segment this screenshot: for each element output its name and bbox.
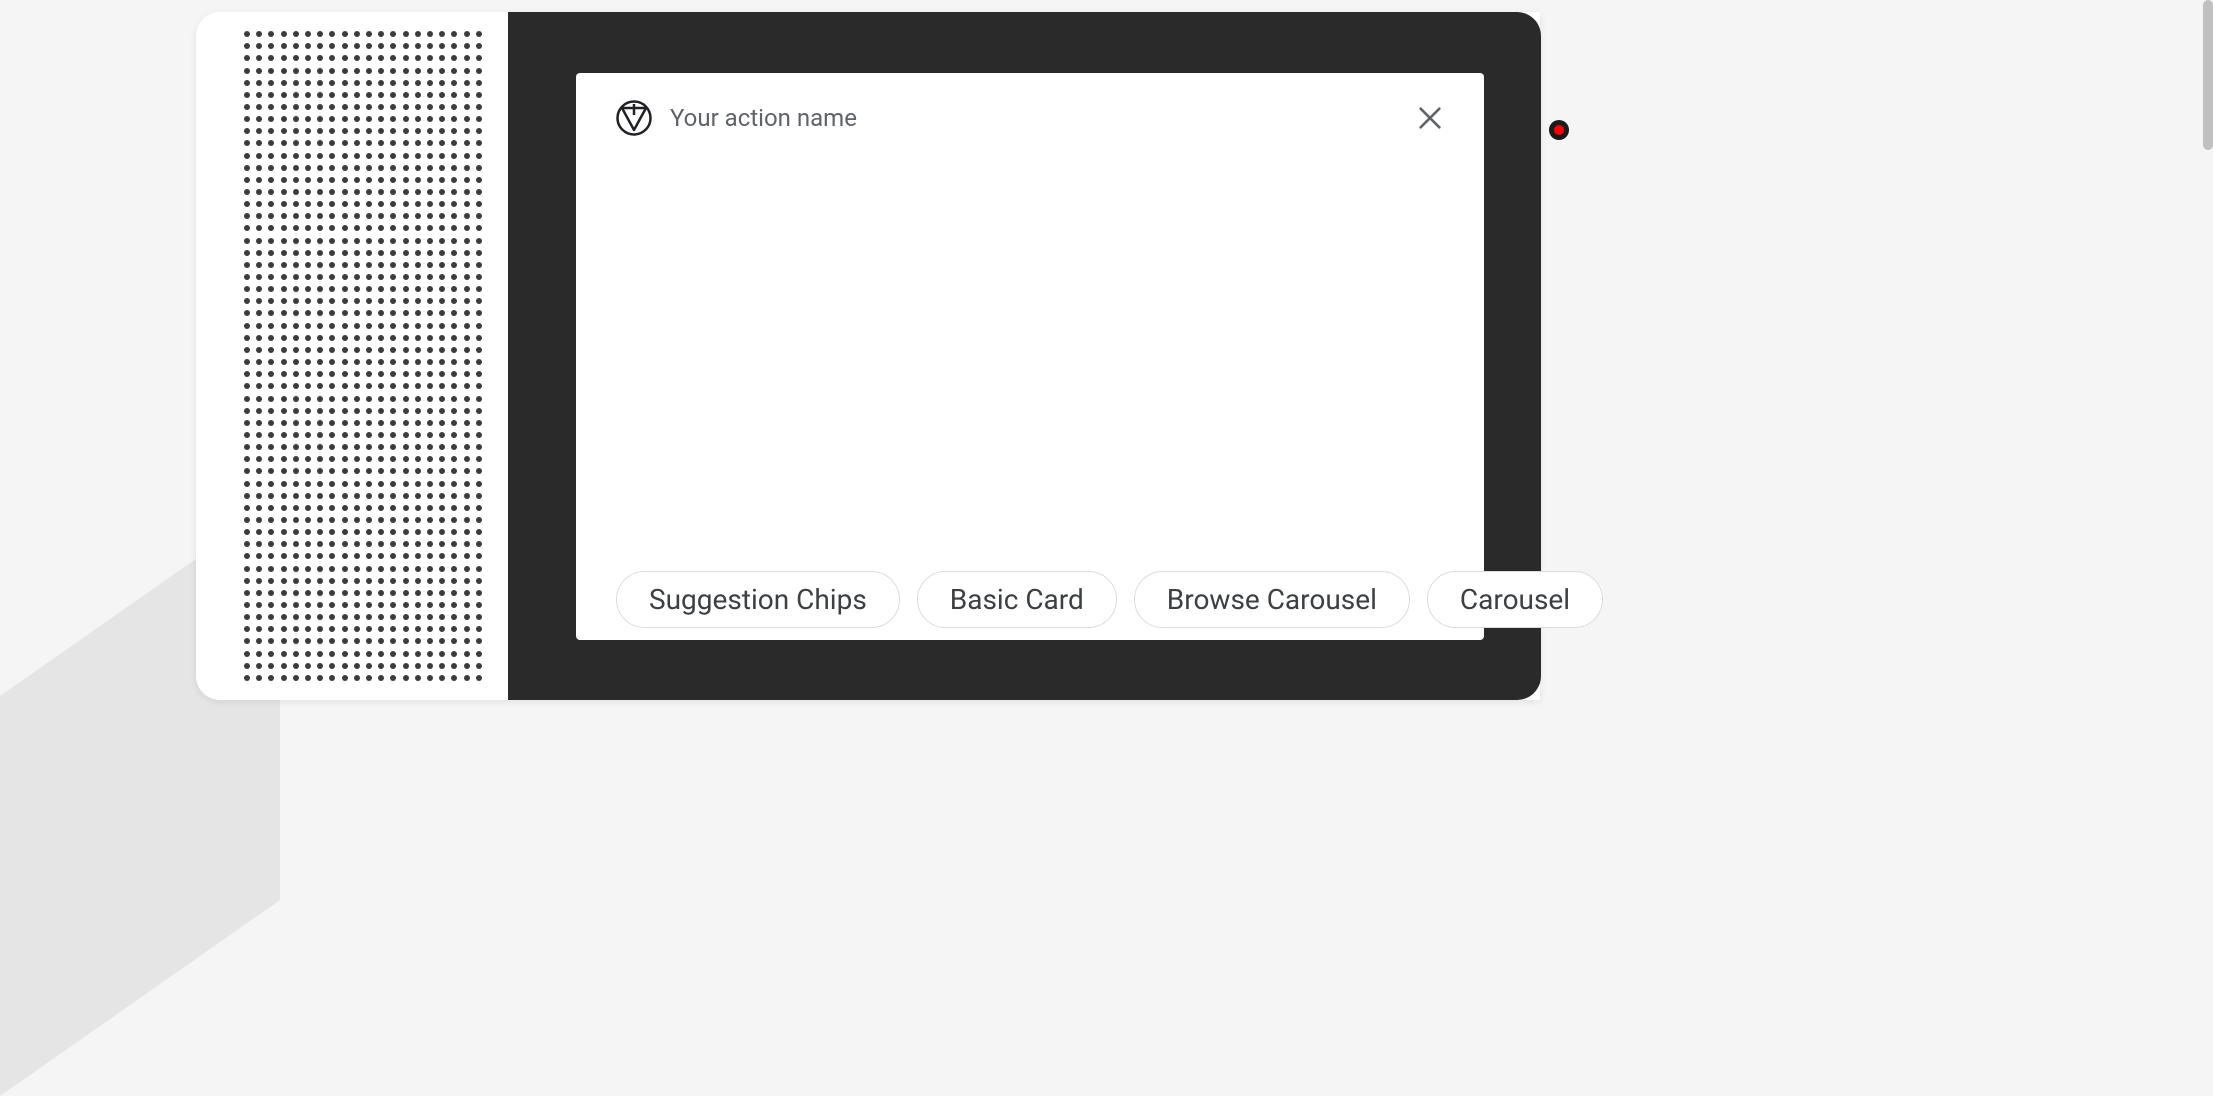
chip-browse-carousel[interactable]: Browse Carousel bbox=[1134, 571, 1410, 628]
app-title: Your action name bbox=[670, 104, 1412, 132]
camera-indicator bbox=[1549, 120, 1569, 140]
close-button[interactable] bbox=[1412, 100, 1448, 136]
close-icon bbox=[1416, 104, 1444, 132]
screen-content: Your action name Suggestion Chips Basic … bbox=[576, 73, 1484, 640]
chip-basic-card[interactable]: Basic Card bbox=[917, 571, 1117, 628]
chip-suggestion-chips[interactable]: Suggestion Chips bbox=[616, 571, 900, 628]
speaker-grille bbox=[241, 28, 485, 684]
scrollbar-thumb[interactable] bbox=[2203, 0, 2213, 150]
header-bar: Your action name bbox=[576, 73, 1484, 141]
app-icon bbox=[616, 100, 652, 136]
camera-led-icon bbox=[1554, 125, 1564, 135]
screen-bezel: Your action name Suggestion Chips Basic … bbox=[508, 12, 1541, 700]
body-area bbox=[576, 141, 1484, 571]
chip-carousel[interactable]: Carousel bbox=[1427, 571, 1603, 628]
suggestion-chips-row: Suggestion Chips Basic Card Browse Carou… bbox=[576, 571, 1484, 640]
